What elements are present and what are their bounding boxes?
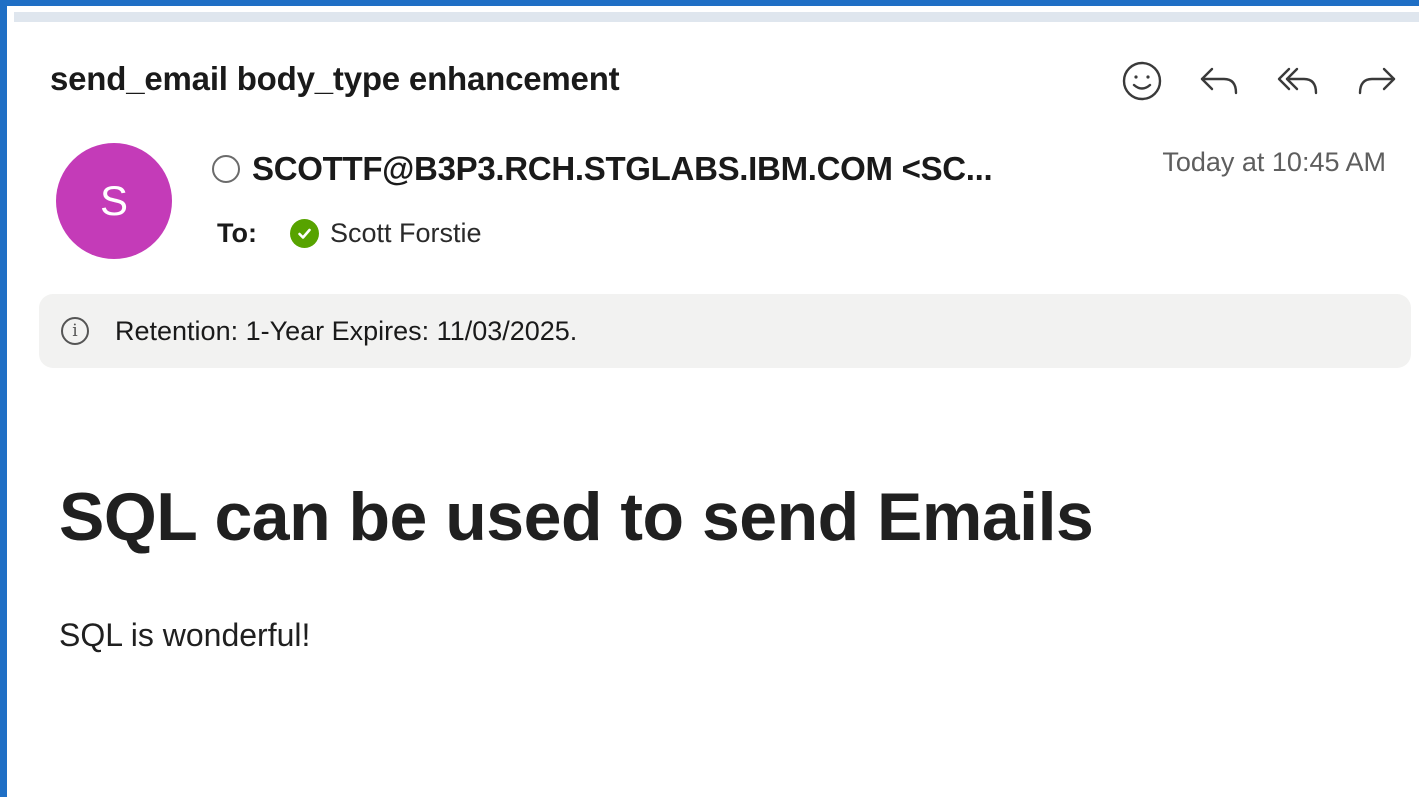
reply-all-button[interactable] xyxy=(1272,58,1324,104)
emoji-icon xyxy=(1122,61,1162,101)
retention-text: Retention: 1-Year Expires: 11/03/2025. xyxy=(115,315,578,346)
sender-avatar[interactable]: S xyxy=(56,143,172,259)
forward-icon xyxy=(1358,67,1396,95)
body-paragraph: SQL is wonderful! xyxy=(59,617,311,653)
recipient-name[interactable]: Scott Forstie xyxy=(330,218,482,249)
reply-all-icon xyxy=(1277,67,1318,95)
react-button[interactable] xyxy=(1116,58,1168,104)
received-timestamp: Today at 10:45 AM xyxy=(1162,147,1386,177)
retention-banner: i Retention: 1-Year Expires: 11/03/2025. xyxy=(39,294,1411,368)
forward-button[interactable] xyxy=(1350,58,1402,104)
to-label: To: xyxy=(217,218,257,248)
presence-status-icon xyxy=(212,155,240,183)
pane-top-shade xyxy=(14,12,1419,22)
info-icon: i xyxy=(61,317,89,345)
avatar-initial: S xyxy=(99,177,128,224)
verified-check-icon xyxy=(289,219,319,248)
reading-pane xyxy=(0,0,1419,797)
sender-address[interactable]: SCOTTF@B3P3.RCH.STGLABS.IBM.COM <SC... xyxy=(252,150,993,188)
sender-row: SCOTTF@B3P3.RCH.STGLABS.IBM.COM <SC... xyxy=(212,150,993,188)
body-heading: SQL can be used to send Emails xyxy=(59,479,1094,555)
reply-icon xyxy=(1200,67,1238,95)
message-actions-toolbar xyxy=(1116,58,1402,104)
email-subject: send_email body_type enhancement xyxy=(50,60,620,97)
reply-button[interactable] xyxy=(1194,58,1246,104)
recipients-row: To: Scott Forstie xyxy=(217,218,482,249)
